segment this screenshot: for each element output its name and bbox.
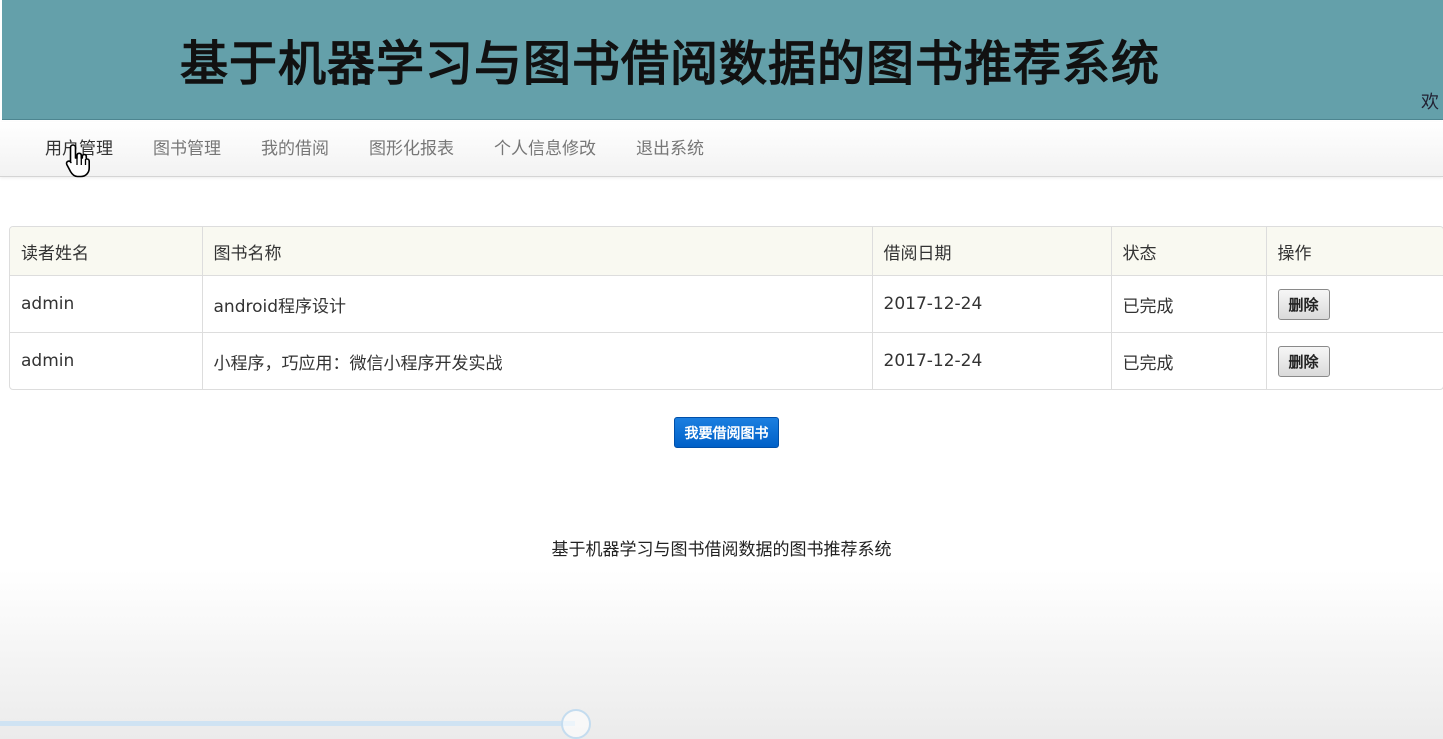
welcome-text: 欢 xyxy=(1421,92,1439,113)
nav-item-graphic-reports[interactable]: 图形化报表 xyxy=(349,122,474,176)
footer-text: 基于机器学习与图书借阅数据的图书推荐系统 xyxy=(551,540,892,560)
status-cell: 已完成 xyxy=(1110,275,1266,333)
table-header-row: 读者姓名 图书名称 借阅日期 状态 操作 xyxy=(10,227,1443,276)
table-row: admin android程序设计 2017-12-24 已完成 删除 xyxy=(10,275,1443,333)
borrow-records-table: 读者姓名 图书名称 借阅日期 状态 操作 admin android程序设计 2… xyxy=(9,226,1443,390)
video-progress-handle[interactable] xyxy=(561,709,591,739)
reader-name-cell: admin xyxy=(10,332,202,389)
action-cell: 删除 xyxy=(1265,332,1443,389)
video-progress-bar[interactable] xyxy=(0,721,575,726)
borrow-date-cell: 2017-12-24 xyxy=(871,275,1111,333)
delete-button[interactable]: 删除 xyxy=(1277,345,1330,377)
nav-item-logout[interactable]: 退出系统 xyxy=(616,122,724,176)
borrow-date-cell: 2017-12-24 xyxy=(871,332,1111,389)
delete-button[interactable]: 删除 xyxy=(1277,288,1330,320)
table-row: admin 小程序，巧应用：微信小程序开发实战 2017-12-24 已完成 删… xyxy=(10,332,1443,389)
book-title-cell: android程序设计 xyxy=(201,275,872,333)
site-title: 基于机器学习与图书借阅数据的图书推荐系统 xyxy=(180,36,1161,92)
column-header-reader: 读者姓名 xyxy=(10,227,202,276)
nav-item-profile-edit[interactable]: 个人信息修改 xyxy=(474,122,616,176)
nav-item-book-management[interactable]: 图书管理 xyxy=(133,122,241,176)
column-header-status: 状态 xyxy=(1110,227,1266,276)
column-header-action: 操作 xyxy=(1265,227,1443,276)
column-header-date: 借阅日期 xyxy=(871,227,1111,276)
footer-background xyxy=(0,570,1443,739)
book-title-cell: 小程序，巧应用：微信小程序开发实战 xyxy=(201,332,872,389)
status-cell: 已完成 xyxy=(1110,332,1266,389)
header-banner: 基于机器学习与图书借阅数据的图书推荐系统 欢 xyxy=(2,0,1443,120)
action-cell: 删除 xyxy=(1265,275,1443,333)
nav-list: 用户管理 图书管理 我的借阅 图形化报表 个人信息修改 退出系统 xyxy=(25,122,724,176)
borrow-book-button[interactable]: 我要借阅图书 xyxy=(674,417,779,448)
main-nav: 用户管理 图书管理 我的借阅 图形化报表 个人信息修改 退出系统 xyxy=(0,122,1443,177)
reader-name-cell: admin xyxy=(10,275,202,333)
column-header-book: 图书名称 xyxy=(201,227,872,276)
nav-item-my-borrowing[interactable]: 我的借阅 xyxy=(241,122,349,176)
hand-pointer-icon xyxy=(65,144,90,178)
